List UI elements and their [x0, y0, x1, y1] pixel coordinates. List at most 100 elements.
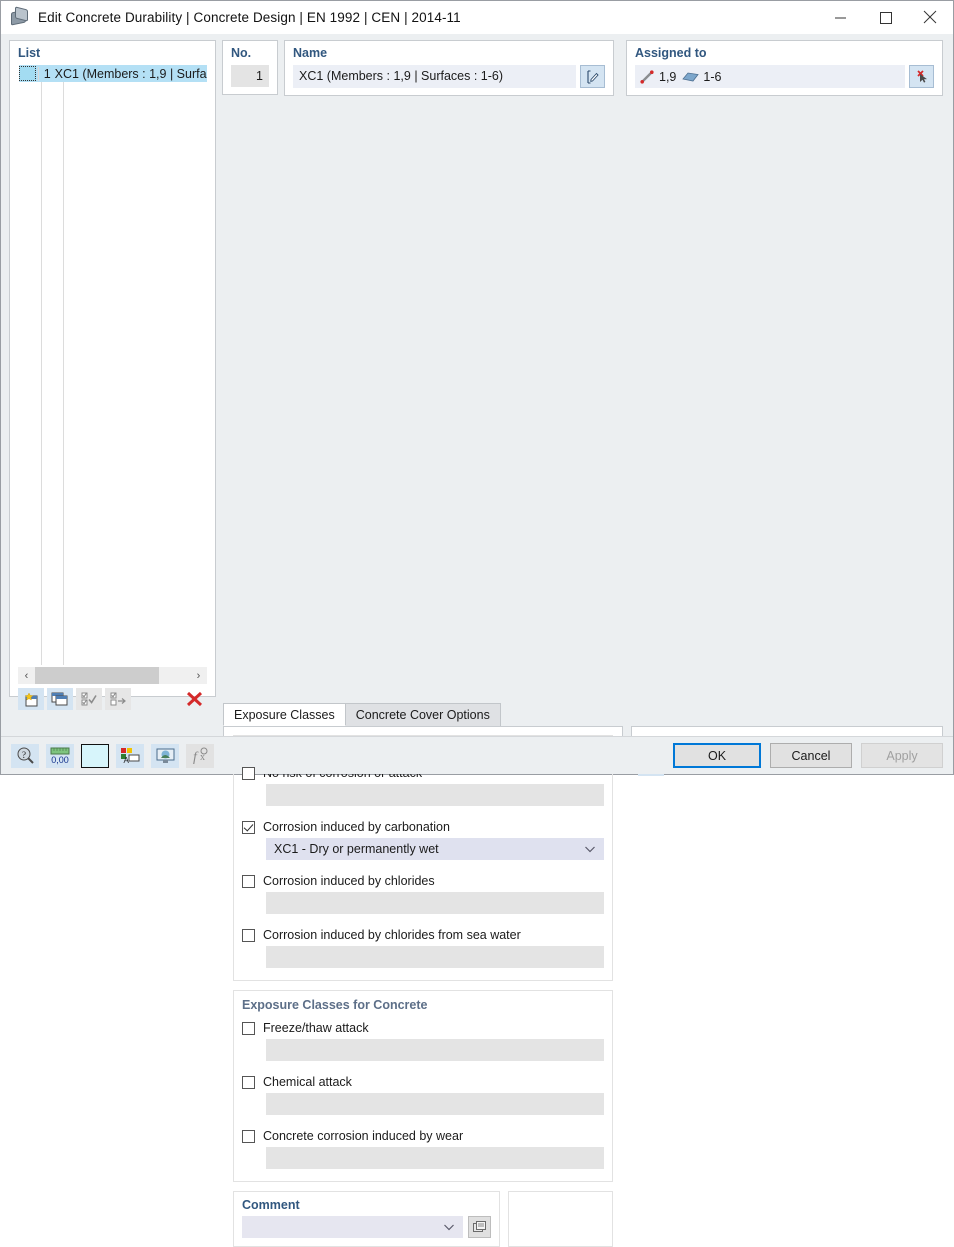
list-item[interactable]: 1 XC1 (Members : 1,9 | Surfaces : 1	[19, 65, 207, 82]
app-icon	[10, 5, 30, 28]
checkbox-row-carbonation[interactable]: Corrosion induced by carbonation	[242, 820, 604, 834]
checkbox-freeze-thaw[interactable]	[242, 1021, 255, 1035]
close-button[interactable]	[908, 1, 953, 34]
member-icon	[640, 69, 654, 84]
chevron-down-icon[interactable]	[443, 1221, 455, 1233]
cancel-button[interactable]: Cancel	[770, 743, 852, 768]
checkbox-row-chlorides[interactable]: Corrosion induced by chlorides	[242, 874, 604, 888]
title-bar: Edit Concrete Durability | Concrete Desi…	[1, 1, 953, 34]
checkbox-wear[interactable]	[242, 1129, 255, 1143]
value-field-wear	[266, 1147, 604, 1169]
value-field-chlorides	[266, 892, 604, 914]
surfaces-value: 1-6	[703, 69, 722, 84]
select-all-button[interactable]	[76, 688, 102, 710]
surfaces-chip: 1-6	[682, 70, 721, 84]
members-value: 1,9	[659, 69, 677, 84]
checkbox-row-sea-water[interactable]: Corrosion induced by chlorides from sea …	[242, 928, 604, 942]
dialog-body: Exposure Classes for Reinforcement No ri…	[1, 726, 953, 1247]
column-divider	[63, 82, 64, 665]
assigned-value[interactable]: 1,9 1-6	[635, 65, 905, 88]
tab-concrete-cover-options[interactable]: Concrete Cover Options	[344, 703, 501, 726]
scroll-track[interactable]	[35, 667, 190, 684]
dialog-window: Edit Concrete Durability | Concrete Desi…	[0, 0, 954, 1247]
label-chlorides: Corrosion induced by chlorides	[263, 874, 435, 888]
horizontal-scrollbar[interactable]: ‹ ›	[18, 667, 207, 684]
checkbox-chlorides[interactable]	[242, 874, 255, 888]
list-toolbar	[18, 684, 207, 710]
name-title: Name	[293, 46, 328, 60]
value-field-no-risk	[266, 784, 604, 806]
list-group: List 1 XC1 (Members : 1,9 | Surfaces : 1…	[9, 40, 216, 710]
label-wear: Concrete corrosion induced by wear	[263, 1129, 464, 1143]
label-carbonation: Corrosion induced by carbonation	[263, 820, 450, 834]
comment-group: Comment	[233, 1191, 500, 1247]
number-value: 1	[231, 65, 269, 87]
color-swatch-button[interactable]	[81, 743, 109, 768]
number-group: No. 1	[222, 40, 278, 95]
status-bar: ? 0,00 A f x OK Cancel Apply	[1, 736, 953, 774]
comment-area: Comment	[233, 1191, 613, 1247]
concrete-section-title: Exposure Classes for Concrete	[242, 998, 428, 1012]
checkbox-row-wear[interactable]: Concrete corrosion induced by wear	[242, 1129, 604, 1143]
list-item-number: 1	[37, 66, 55, 81]
render-view-button[interactable]	[151, 743, 179, 768]
assigned-group: Assigned to 1,9 1-6	[626, 40, 943, 96]
list-title: List	[18, 46, 41, 60]
minimize-button[interactable]	[818, 1, 863, 34]
value-field-sea-water	[266, 946, 604, 968]
comment-spacer-panel	[508, 1191, 613, 1247]
info-search-button[interactable]: ?	[11, 743, 39, 768]
annotation-button[interactable]: A	[116, 743, 144, 768]
value-field-chemical	[266, 1093, 604, 1115]
copy-button[interactable]	[47, 688, 73, 710]
column-divider	[41, 82, 42, 665]
tab-exposure-classes[interactable]: Exposure Classes	[223, 703, 346, 726]
svg-text:f: f	[193, 750, 199, 765]
label-sea-water: Corrosion induced by chlorides from sea …	[263, 928, 521, 942]
deselect-button[interactable]	[105, 688, 131, 710]
surface-icon	[682, 72, 700, 81]
list-item-label: XC1 (Members : 1,9 | Surfaces : 1	[54, 66, 207, 81]
assigned-title: Assigned to	[635, 46, 707, 60]
checkbox-carbonation[interactable]	[242, 820, 255, 834]
maximize-button[interactable]	[863, 1, 908, 34]
apply-button[interactable]: Apply	[861, 743, 943, 768]
name-group: Name XC1 (Members : 1,9 | Surfaces : 1-6…	[284, 40, 614, 96]
list-box[interactable]: 1 XC1 (Members : 1,9 | Surfaces : 1 ‹ ›	[18, 65, 207, 710]
label-freeze-thaw: Freeze/thaw attack	[263, 1021, 369, 1035]
comment-library-icon[interactable]	[468, 1216, 491, 1238]
comment-title: Comment	[242, 1198, 300, 1212]
combo-carbonation-value: XC1 - Dry or permanently wet	[274, 842, 439, 856]
comment-input[interactable]	[242, 1216, 463, 1238]
members-chip: 1,9	[640, 70, 676, 84]
window-title: Edit Concrete Durability | Concrete Desi…	[38, 10, 461, 25]
color-swatch	[19, 66, 36, 81]
delete-button[interactable]	[181, 688, 207, 710]
ok-button[interactable]: OK	[673, 743, 761, 768]
label-chemical: Chemical attack	[263, 1075, 352, 1089]
checkbox-sea-water[interactable]	[242, 928, 255, 942]
tab-bar: Exposure Classes Concrete Cover Options	[223, 703, 945, 726]
checkbox-no-risk[interactable]	[242, 766, 255, 780]
number-title: No.	[231, 46, 252, 60]
units-button[interactable]: 0,00	[46, 743, 74, 768]
value-field-freeze-thaw	[266, 1039, 604, 1061]
scroll-right-icon[interactable]: ›	[190, 667, 207, 684]
chevron-down-icon	[585, 846, 595, 853]
edit-icon[interactable]	[580, 65, 605, 88]
checkbox-chemical[interactable]	[242, 1075, 255, 1089]
scroll-left-icon[interactable]: ‹	[18, 667, 35, 684]
svg-text:0,00: 0,00	[51, 755, 69, 765]
list-rows: 1 XC1 (Members : 1,9 | Surfaces : 1	[18, 65, 207, 665]
checkbox-row-freeze-thaw[interactable]: Freeze/thaw attack	[242, 1021, 604, 1035]
checkbox-row-chemical[interactable]: Chemical attack	[242, 1075, 604, 1089]
top-fields-row: List 1 XC1 (Members : 1,9 | Surfaces : 1…	[1, 34, 953, 710]
scroll-thumb[interactable]	[35, 667, 159, 684]
concrete-section: Exposure Classes for Concrete Freeze/tha…	[233, 990, 613, 1182]
new-button[interactable]	[18, 688, 44, 710]
name-input[interactable]: XC1 (Members : 1,9 | Surfaces : 1-6)	[293, 65, 576, 88]
svg-text:?: ?	[22, 750, 26, 760]
combo-carbonation[interactable]: XC1 - Dry or permanently wet	[266, 838, 604, 860]
formula-button[interactable]: f x	[186, 743, 214, 768]
remove-assignment-icon[interactable]	[909, 65, 934, 88]
